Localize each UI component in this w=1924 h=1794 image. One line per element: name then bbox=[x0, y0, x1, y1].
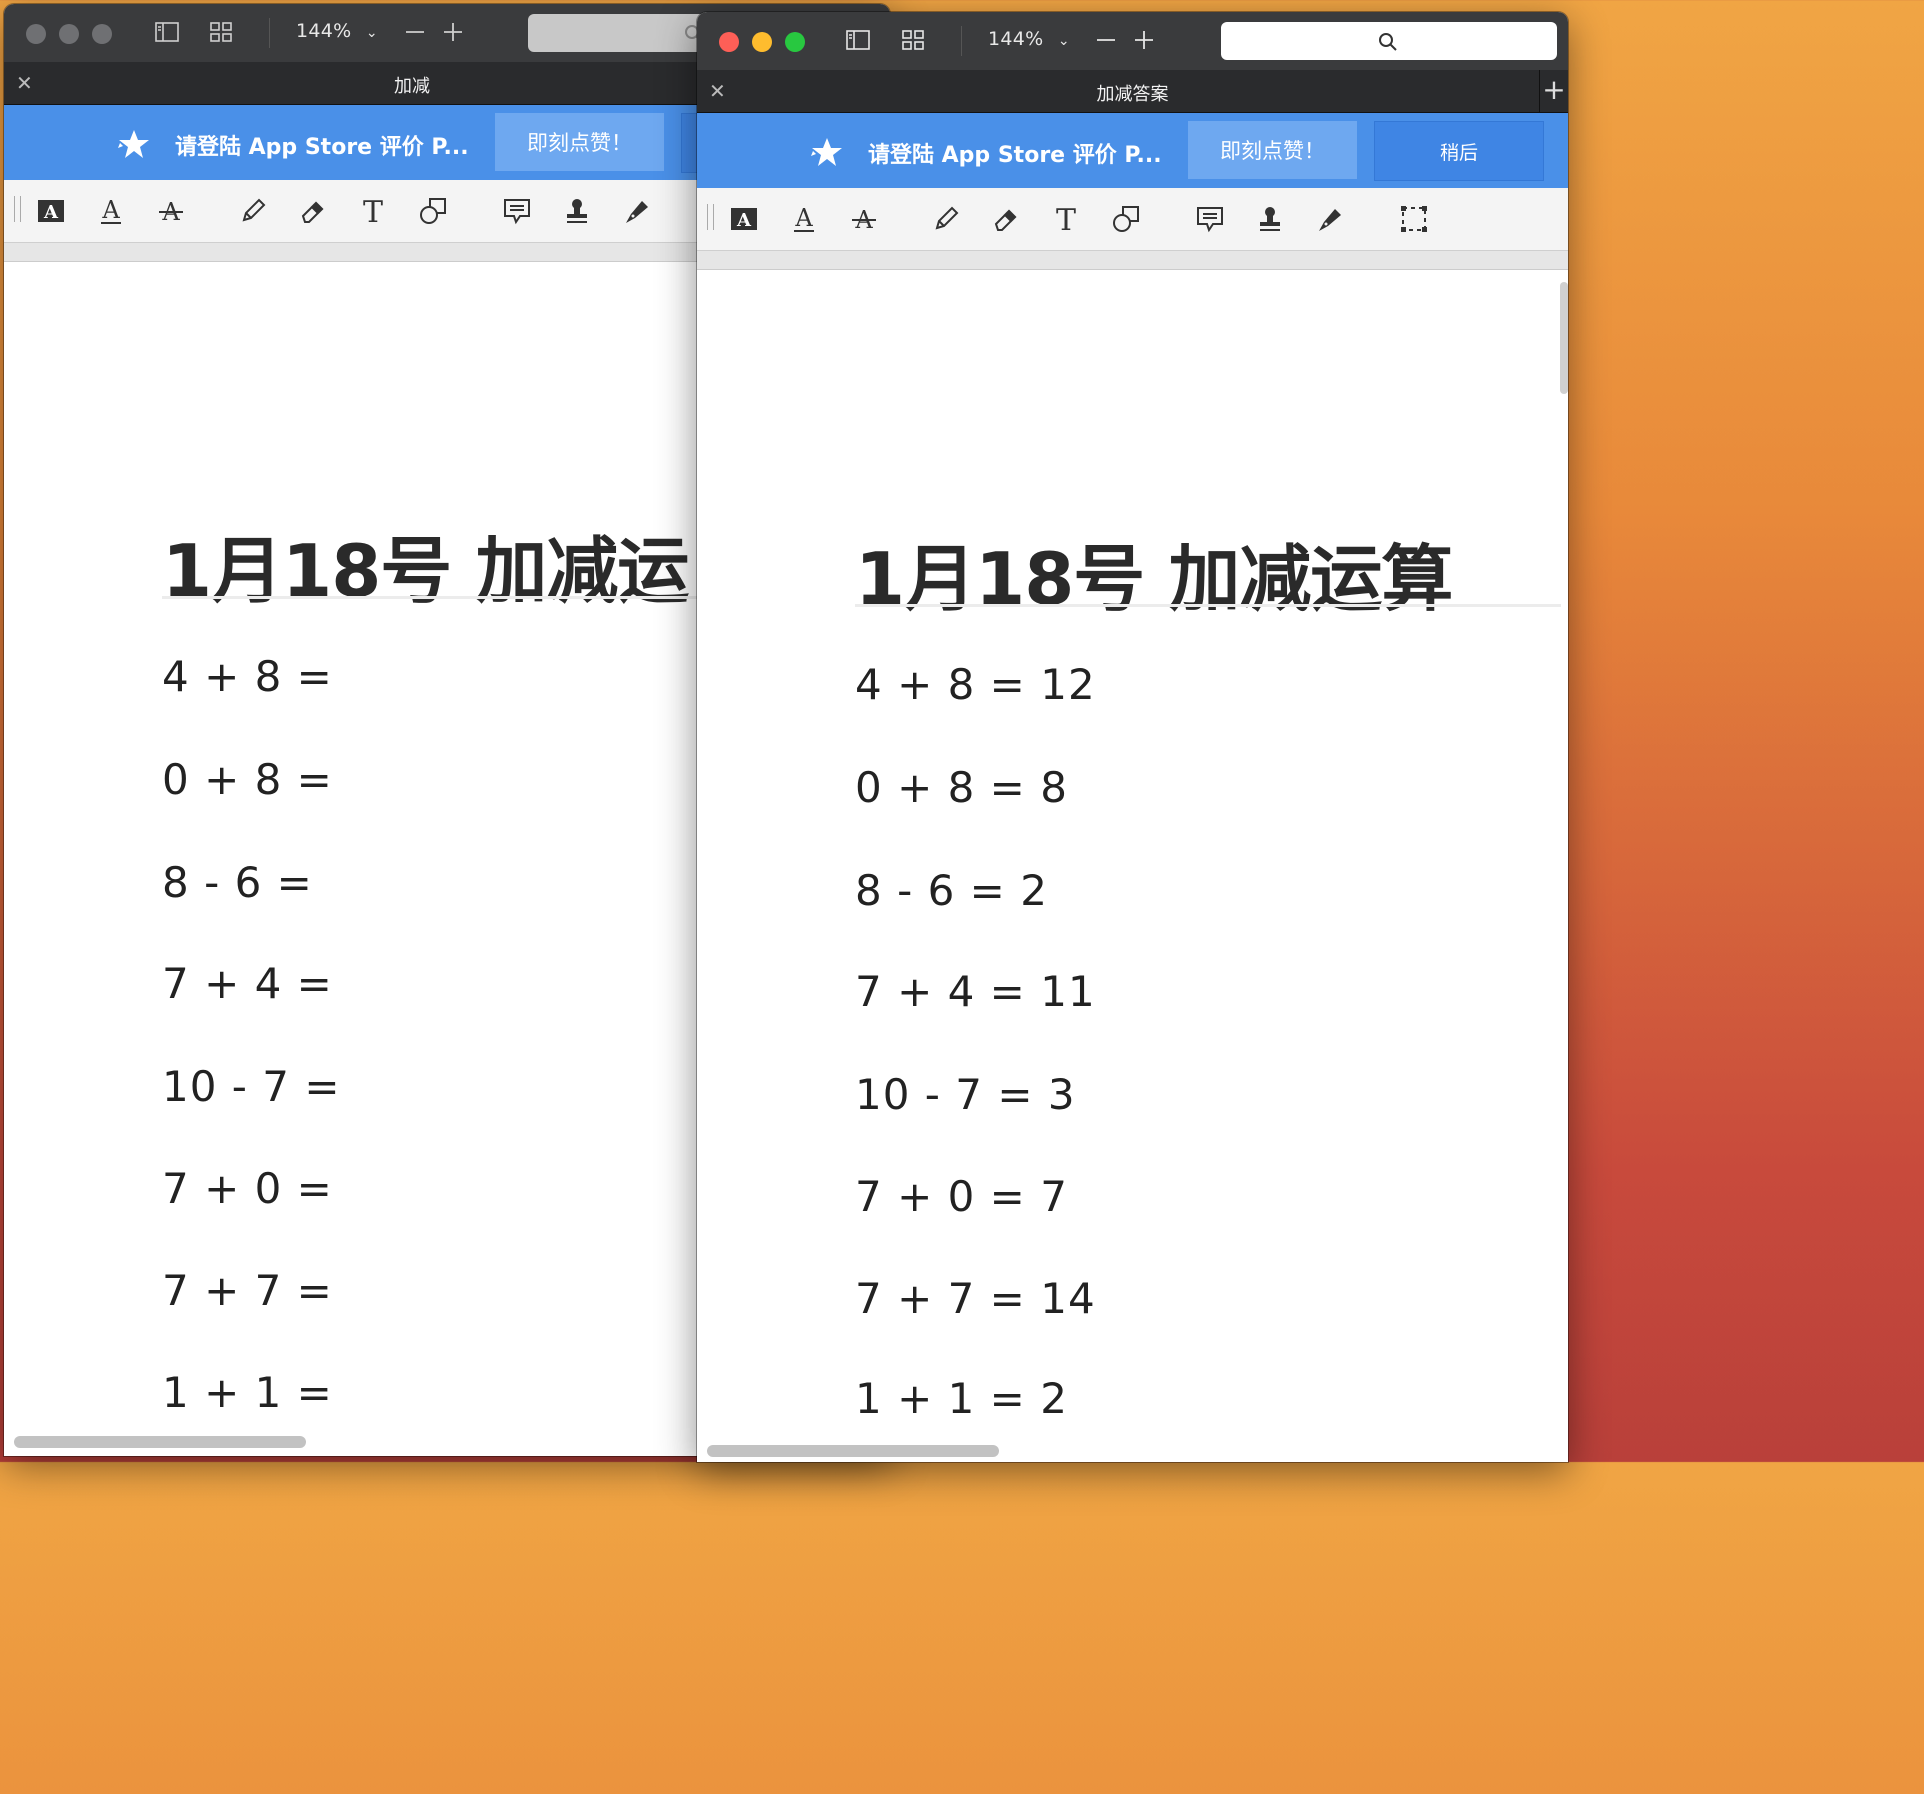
problem-6: 7 + 0 = 7 bbox=[855, 1172, 1068, 1221]
problem-3: 8 - 6 = bbox=[162, 858, 313, 907]
zoom-out-icon[interactable] bbox=[402, 20, 428, 44]
horizontal-scrollbar[interactable] bbox=[707, 1445, 999, 1457]
zoom-level[interactable]: 144% ⌄ bbox=[988, 28, 1070, 50]
problem-1: 4 + 8 = 12 bbox=[855, 660, 1096, 709]
text-format-icon[interactable]: A bbox=[729, 204, 759, 234]
pencil-icon[interactable] bbox=[238, 196, 268, 226]
horizontal-scrollbar[interactable] bbox=[14, 1436, 306, 1448]
zoom-level[interactable]: 144% ⌄ bbox=[296, 20, 378, 42]
text-tool-icon[interactable]: T bbox=[1051, 203, 1081, 238]
svg-text:A: A bbox=[43, 202, 59, 223]
thumbnail-grid-icon[interactable] bbox=[900, 28, 926, 52]
zoom-value: 144% bbox=[296, 20, 352, 42]
selection-icon[interactable] bbox=[1399, 204, 1429, 234]
zoom-out-icon[interactable] bbox=[1093, 28, 1119, 52]
problem-3: 8 - 6 = 2 bbox=[855, 866, 1048, 915]
new-tab-icon[interactable]: + bbox=[1539, 70, 1568, 112]
page-separator-strip bbox=[697, 251, 1568, 270]
stamp-icon[interactable] bbox=[1255, 204, 1285, 234]
problem-4: 7 + 4 = bbox=[162, 959, 333, 1008]
comment-icon[interactable] bbox=[502, 196, 532, 226]
annotation-toolbar: A A A T bbox=[697, 188, 1568, 251]
toolbar-grip[interactable] bbox=[14, 196, 21, 222]
banner-text: 请登陆 App Store 评价 P... bbox=[868, 143, 1162, 168]
search-icon bbox=[1379, 33, 1397, 51]
text-format-icon[interactable]: A bbox=[36, 196, 66, 226]
eraser-icon[interactable] bbox=[298, 196, 328, 226]
chevron-down-icon: ⌄ bbox=[1057, 33, 1070, 49]
problem-8: 1 + 1 = bbox=[162, 1368, 333, 1417]
problem-7: 7 + 7 = bbox=[162, 1266, 333, 1315]
rate-now-button[interactable]: 即刻点赞！ bbox=[1188, 121, 1357, 179]
rating-banner: 请登陆 App Store 评价 P... 即刻点赞！ 稍后 bbox=[697, 113, 1568, 188]
traffic-lights bbox=[719, 32, 805, 52]
document-page: 1月18号 加减运算 4 + 8 = 12 0 + 8 = 8 8 - 6 = … bbox=[697, 270, 1568, 1462]
text-tool-icon[interactable]: T bbox=[358, 195, 388, 230]
sidebar-toggle-icon[interactable] bbox=[154, 20, 180, 44]
search-field[interactable] bbox=[1221, 22, 1557, 60]
traffic-lights bbox=[26, 24, 112, 44]
document-title: 1月18号 加减运算 bbox=[855, 537, 1453, 621]
title-rule bbox=[855, 604, 1561, 607]
problem-1: 4 + 8 = bbox=[162, 652, 333, 701]
shapes-icon[interactable] bbox=[1111, 204, 1141, 234]
problem-5: 10 - 7 = 3 bbox=[855, 1070, 1076, 1119]
problem-8: 1 + 1 = 2 bbox=[855, 1374, 1068, 1423]
zoom-window-button[interactable] bbox=[92, 24, 112, 44]
vertical-scrollbar[interactable] bbox=[1560, 282, 1568, 394]
svg-text:A: A bbox=[794, 204, 813, 232]
pen-icon[interactable] bbox=[622, 196, 652, 226]
svg-text:A: A bbox=[101, 196, 120, 224]
minimize-window-button[interactable] bbox=[59, 24, 79, 44]
svg-text:A: A bbox=[736, 210, 752, 231]
underline-text-icon[interactable]: A bbox=[96, 196, 126, 226]
pencil-icon[interactable] bbox=[931, 204, 961, 234]
svg-text:T: T bbox=[1056, 204, 1076, 234]
star-icon bbox=[811, 138, 842, 166]
problem-7: 7 + 7 = 14 bbox=[855, 1274, 1096, 1323]
close-window-button[interactable] bbox=[26, 24, 46, 44]
front-document-window: 144% ⌄ ✕ 加减答案 + 请登陆 App Store 评价 P... 即刻… bbox=[697, 12, 1568, 1462]
comment-icon[interactable] bbox=[1195, 204, 1225, 234]
problem-5: 10 - 7 = bbox=[162, 1062, 341, 1111]
tab-bar: ✕ 加减答案 + bbox=[697, 70, 1568, 113]
thumbnail-grid-icon[interactable] bbox=[208, 20, 234, 44]
zoom-window-button[interactable] bbox=[785, 32, 805, 52]
strikethrough-text-icon[interactable]: A bbox=[849, 204, 879, 234]
problem-4: 7 + 4 = 11 bbox=[855, 967, 1096, 1016]
pen-icon[interactable] bbox=[1315, 204, 1345, 234]
titlebar: 144% ⌄ bbox=[697, 12, 1568, 71]
rate-now-button[interactable]: 即刻点赞！ bbox=[495, 113, 664, 171]
close-window-button[interactable] bbox=[719, 32, 739, 52]
tab-title[interactable]: 加减答案 bbox=[697, 80, 1568, 106]
toolbar-grip[interactable] bbox=[707, 204, 714, 230]
sidebar-toggle-icon[interactable] bbox=[845, 28, 871, 52]
toolbar-separator bbox=[961, 26, 962, 56]
later-button[interactable]: 稍后 bbox=[1374, 121, 1544, 181]
eraser-icon[interactable] bbox=[991, 204, 1021, 234]
zoom-in-icon[interactable] bbox=[1131, 28, 1157, 52]
problem-2: 0 + 8 = 8 bbox=[855, 763, 1068, 812]
underline-text-icon[interactable]: A bbox=[789, 204, 819, 234]
zoom-value: 144% bbox=[988, 28, 1044, 50]
toolbar-separator bbox=[269, 18, 270, 48]
banner-text: 请登陆 App Store 评价 P... bbox=[175, 135, 469, 160]
zoom-in-icon[interactable] bbox=[440, 20, 466, 44]
strikethrough-text-icon[interactable]: A bbox=[156, 196, 186, 226]
problem-6: 7 + 0 = bbox=[162, 1164, 333, 1213]
svg-text:T: T bbox=[363, 196, 383, 226]
stamp-icon[interactable] bbox=[562, 196, 592, 226]
document-title: 1月18号 加减运 bbox=[162, 529, 689, 613]
shapes-icon[interactable] bbox=[418, 196, 448, 226]
star-icon bbox=[118, 130, 149, 158]
problem-2: 0 + 8 = bbox=[162, 755, 333, 804]
chevron-down-icon: ⌄ bbox=[365, 25, 378, 41]
minimize-window-button[interactable] bbox=[752, 32, 772, 52]
